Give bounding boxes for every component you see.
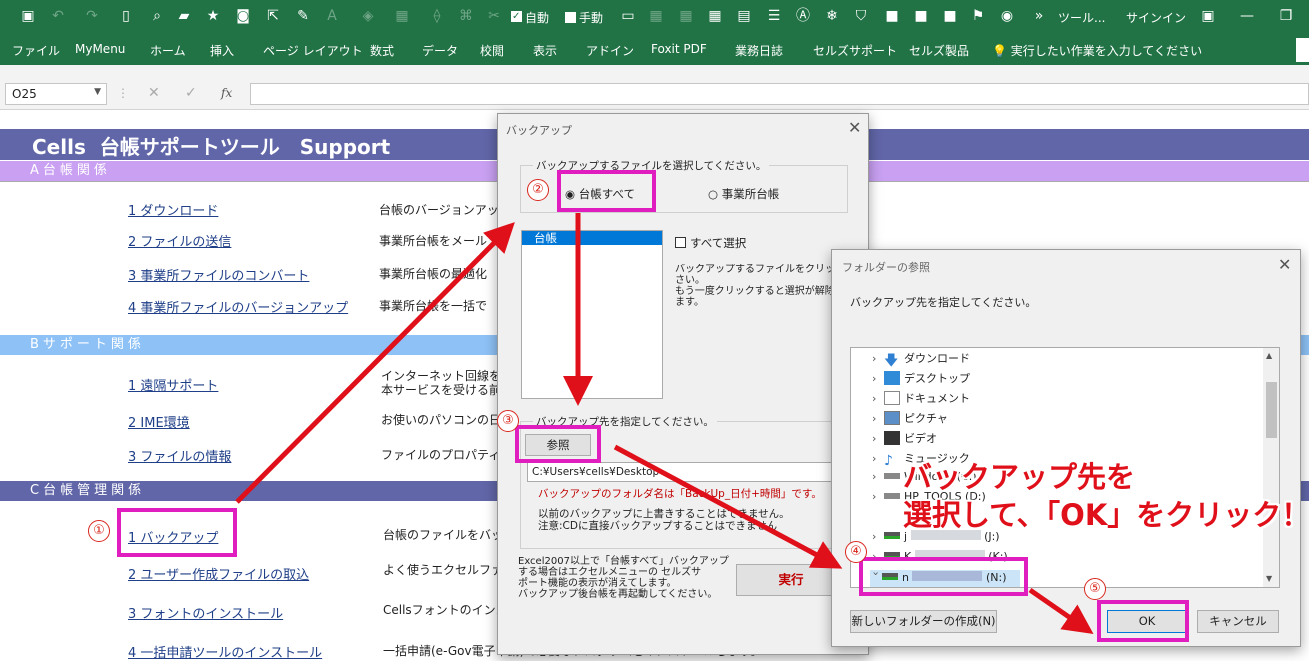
arrow-step1-to-dialog [235,222,515,504]
annotation-arrows [235,213,1094,634]
arrow-step4-to-step5 [1028,587,1094,634]
callout-text: バックアップ先を 選択して、「OK」をクリック！ [903,458,1309,534]
arrow-step3-to-step4 [613,444,843,569]
callout-line2: 選択して、「OK」をクリック！ [903,498,1309,532]
callout-line1: バックアップ先を [903,460,1136,494]
